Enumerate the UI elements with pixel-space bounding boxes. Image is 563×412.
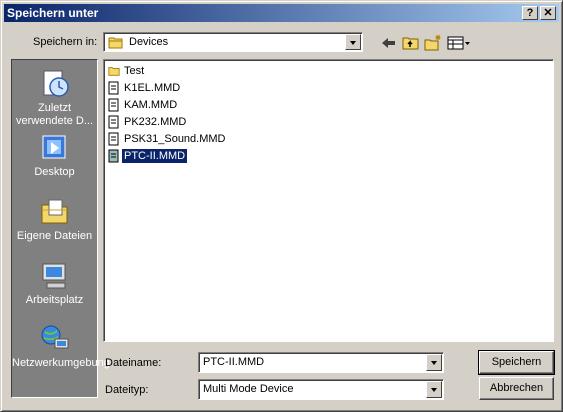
close-button[interactable]: ✕ [540, 6, 556, 20]
file-icon [108, 81, 119, 95]
file-icon [108, 149, 119, 163]
place-label-my-computer: Arbeitsplatz [25, 294, 84, 306]
list-item[interactable]: K1EL.MMD [108, 81, 182, 97]
save-as-dialog: Speichern unter ? ✕ Speichern in: Device… [0, 0, 563, 412]
file-list[interactable]: Test K1EL.MMD KAM.MMD PK232.MMD PSK31_So… [103, 59, 554, 342]
lookin-combo[interactable]: Devices [103, 32, 363, 52]
file-name: Test [124, 65, 145, 77]
help-button[interactable]: ? [522, 6, 538, 20]
my-documents-icon [41, 199, 67, 224]
place-label-recent: Zuletzt verwendete D... [15, 102, 94, 127]
filetype-select[interactable]: Multi Mode Device [198, 379, 444, 400]
file-name: PTC-II.MMD [120, 148, 189, 164]
filename-input[interactable]: PTC-II.MMD [198, 352, 444, 373]
desktop-icon [42, 135, 65, 159]
lookin-label: Speichern in: [33, 36, 98, 48]
place-my-computer[interactable]: Arbeitsplatz [12, 260, 97, 307]
place-my-documents[interactable]: Eigene Dateien [12, 196, 97, 243]
filename-dropdown-arrow[interactable] [426, 354, 442, 371]
filetype-label: Dateityp: [105, 384, 149, 396]
file-name: K1EL.MMD [124, 82, 181, 94]
folder-icon [108, 37, 123, 49]
up-folder-icon[interactable] [401, 34, 421, 52]
place-label-my-documents: Eigene Dateien [16, 230, 93, 242]
views-menu-icon[interactable] [446, 34, 472, 52]
filename-value: PTC-II.MMD [203, 356, 265, 368]
place-desktop[interactable]: Desktop [12, 132, 97, 179]
lookin-dropdown-arrow[interactable] [345, 34, 361, 50]
save-button[interactable]: Speichern [478, 350, 555, 375]
filename-label: Dateiname: [105, 357, 162, 369]
lookin-value: Devices [129, 36, 169, 48]
place-label-desktop: Desktop [34, 166, 75, 178]
window-title: Speichern unter [7, 6, 99, 20]
title-bar[interactable]: Speichern unter ? ✕ [4, 4, 559, 22]
place-recent[interactable]: Zuletzt verwendete D... [12, 68, 97, 128]
folder-icon [108, 67, 120, 76]
filetype-dropdown-arrow[interactable] [426, 381, 442, 398]
file-icon [108, 132, 119, 146]
list-item-folder[interactable]: Test [108, 64, 146, 80]
file-icon [108, 115, 119, 129]
list-item-selected[interactable]: PTC-II.MMD [108, 148, 189, 165]
list-item[interactable]: PSK31_Sound.MMD [108, 132, 228, 148]
network-icon [41, 325, 68, 349]
place-label-network: Netzwerkumgebung [12, 357, 110, 369]
file-name: KAM.MMD [124, 99, 178, 111]
places-bar: Zuletzt verwendete D... Desktop Eigene D… [11, 59, 110, 398]
file-name: PSK31_Sound.MMD [124, 133, 226, 145]
my-computer-icon [42, 263, 65, 289]
file-icon [108, 98, 119, 112]
filetype-value: Multi Mode Device [203, 383, 294, 395]
back-arrow-icon[interactable] [379, 34, 399, 52]
cancel-button[interactable]: Abbrechen [479, 377, 554, 400]
new-folder-icon[interactable] [423, 34, 443, 52]
file-name: PK232.MMD [124, 116, 187, 128]
recent-documents-icon [43, 70, 69, 97]
list-item[interactable]: PK232.MMD [108, 115, 188, 131]
place-network[interactable]: Netzwerkumgebung [12, 323, 110, 370]
list-item[interactable]: KAM.MMD [108, 98, 179, 114]
